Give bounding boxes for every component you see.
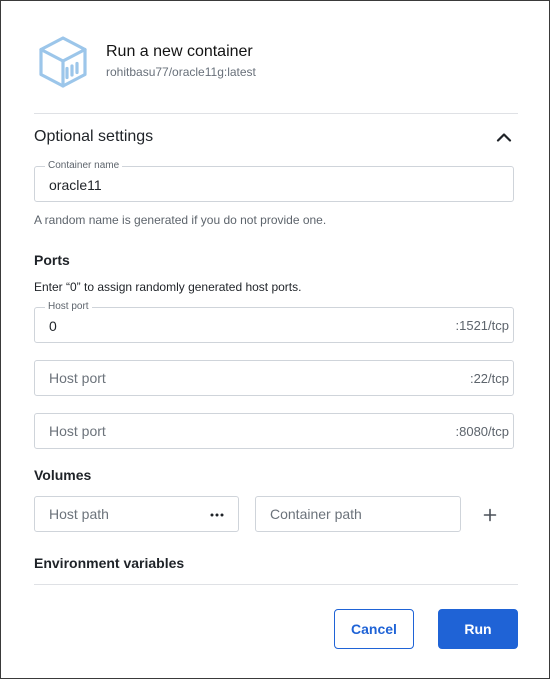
volumes-heading: Volumes: [34, 467, 92, 483]
chevron-up-icon[interactable]: [496, 131, 512, 143]
header-divider: [34, 113, 518, 114]
cancel-button[interactable]: Cancel: [334, 609, 414, 649]
footer-divider: [34, 584, 518, 585]
container-icon: [39, 36, 87, 88]
add-volume-icon[interactable]: [482, 507, 498, 523]
container-port-1521: :1521/tcp: [455, 318, 510, 333]
host-port-input-1521[interactable]: [35, 308, 513, 342]
host-path-field: [34, 496, 239, 532]
port-row-8080: :8080/tcp: [34, 413, 514, 449]
host-path-input[interactable]: [35, 497, 238, 531]
container-name-helper: A random name is generated if you do not…: [34, 213, 327, 227]
host-port-input-22[interactable]: [35, 361, 513, 395]
container-port-22: :22/tcp: [469, 371, 509, 386]
run-container-dialog: Run a new container rohitbasu77/oracle11…: [0, 0, 550, 679]
port-row-1521: Host port :1521/tcp: [34, 300, 514, 343]
container-name-field: Container name: [34, 159, 514, 202]
dialog-title: Run a new container: [106, 43, 253, 60]
more-horizontal-icon[interactable]: [210, 513, 224, 517]
container-path-input[interactable]: [256, 497, 460, 531]
run-button[interactable]: Run: [438, 609, 518, 649]
container-port-8080: :8080/tcp: [455, 424, 510, 439]
container-path-field: [255, 496, 461, 532]
optional-settings-title: Optional settings: [34, 128, 154, 145]
optional-settings-toggle[interactable]: Optional settings: [34, 125, 518, 151]
port-row-22: :22/tcp: [34, 360, 514, 396]
env-variables-heading: Environment variables: [34, 555, 185, 571]
ports-heading: Ports: [34, 252, 70, 268]
container-name-input[interactable]: [35, 167, 513, 201]
dialog-header: Run a new container rohitbasu77/oracle11…: [37, 35, 517, 91]
image-name: rohitbasu77/oracle11g:latest: [106, 65, 256, 79]
host-port-input-8080[interactable]: [35, 414, 513, 448]
ports-hint: Enter “0” to assign randomly generated h…: [34, 280, 302, 294]
